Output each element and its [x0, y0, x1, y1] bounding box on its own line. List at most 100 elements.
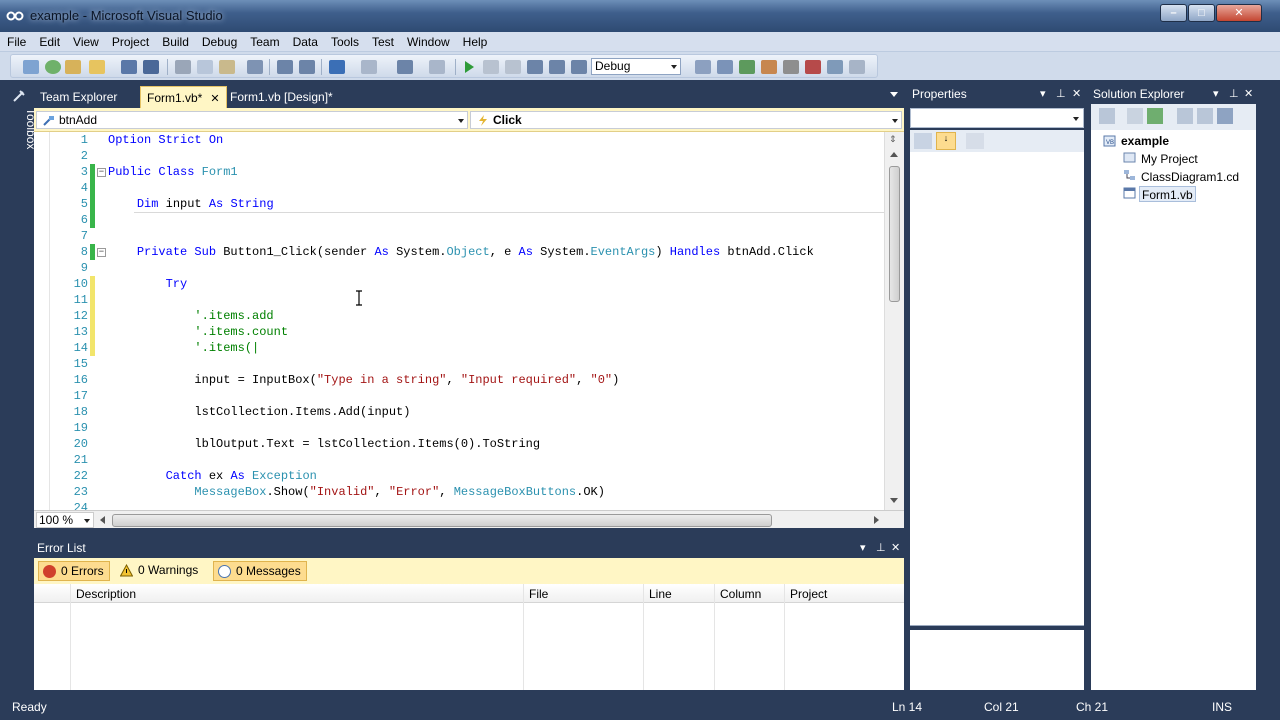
step-out-icon[interactable]: [571, 60, 587, 74]
show-all-files-icon[interactable]: [1127, 108, 1143, 124]
zoom-combo[interactable]: 100 %: [36, 512, 94, 528]
column-project[interactable]: Project: [790, 587, 827, 601]
code-line[interactable]: 23 MessageBox.Show("Invalid", "Error", M…: [34, 484, 884, 500]
code-line[interactable]: 10 Try: [34, 276, 884, 292]
code-line[interactable]: 5 Dim input As String: [34, 196, 884, 212]
toolbar-options-icon[interactable]: [849, 60, 865, 74]
code-line[interactable]: 7: [34, 228, 884, 244]
find-icon[interactable]: [247, 60, 263, 74]
menu-file[interactable]: File: [0, 32, 32, 52]
view-designer-icon[interactable]: [1197, 108, 1213, 124]
code-line[interactable]: 11: [34, 292, 884, 308]
code-area[interactable]: 1 Option Strict On 2 3− Public Class Form1 4 5…: [34, 132, 884, 510]
code-line[interactable]: 19: [34, 420, 884, 436]
cut-icon[interactable]: [175, 60, 191, 74]
warnings-filter-button[interactable]: 0 Warnings: [116, 561, 203, 581]
chevron-down-icon[interactable]: [890, 92, 898, 97]
code-line[interactable]: 6: [34, 212, 884, 228]
member-combo[interactable]: Click: [470, 111, 902, 129]
step-into-icon[interactable]: [527, 60, 543, 74]
tab-form1-design[interactable]: Form1.vb [Design]*: [224, 86, 339, 108]
properties-icon[interactable]: [1099, 108, 1115, 124]
view-code-icon[interactable]: [1177, 108, 1193, 124]
view-class-diagram-icon[interactable]: [1217, 108, 1233, 124]
solution-explorer-icon[interactable]: [717, 60, 733, 74]
maximize-button[interactable]: □: [1188, 4, 1215, 22]
menu-debug[interactable]: Debug: [195, 32, 243, 52]
solution-configuration-combo[interactable]: Debug: [591, 58, 681, 75]
pin-icon[interactable]: ⊥: [1229, 87, 1239, 100]
menu-project[interactable]: Project: [105, 32, 155, 52]
error-list-table[interactable]: Description File Line Column Project: [34, 584, 904, 690]
collapse-icon[interactable]: −: [97, 168, 106, 177]
code-line[interactable]: 17: [34, 388, 884, 404]
open-file-icon[interactable]: [65, 60, 81, 74]
pin-icon[interactable]: ⊥: [876, 541, 886, 554]
menu-team[interactable]: Team: [243, 32, 285, 52]
tab-form1-vb[interactable]: Form1.vb* ✕: [140, 86, 227, 108]
alphabetical-icon[interactable]: ↓: [936, 132, 956, 150]
scroll-down-icon[interactable]: [890, 498, 898, 503]
horizontal-scroll-thumb[interactable]: [112, 514, 772, 527]
code-line[interactable]: 12 '.items.add: [34, 308, 884, 324]
tree-item-form1[interactable]: Form1.vb: [1139, 186, 1196, 202]
code-line[interactable]: 9: [34, 260, 884, 276]
menu-build[interactable]: Build: [155, 32, 195, 52]
close-icon[interactable]: ✕: [891, 541, 900, 554]
code-line[interactable]: 14 '.items(|: [34, 340, 884, 356]
code-line[interactable]: 4: [34, 180, 884, 196]
tab-team-explorer[interactable]: Team Explorer: [34, 86, 123, 108]
uncomment-icon[interactable]: [299, 60, 315, 74]
properties-grid[interactable]: [910, 152, 1084, 626]
code-line[interactable]: 1 Option Strict On: [34, 132, 884, 148]
column-file[interactable]: File: [529, 587, 548, 601]
copy-icon[interactable]: [197, 60, 213, 74]
code-line[interactable]: 13 '.items.count: [34, 324, 884, 340]
code-line[interactable]: 15: [34, 356, 884, 372]
scroll-right-icon[interactable]: [874, 516, 879, 524]
start-page-icon[interactable]: [805, 60, 821, 74]
save-icon[interactable]: [121, 60, 137, 74]
tree-item-class-diagram[interactable]: ClassDiagram1.cd: [1141, 169, 1239, 185]
chevron-down-icon[interactable]: ▾: [1213, 87, 1219, 100]
toolbox-icon[interactable]: [783, 60, 799, 74]
menu-data[interactable]: Data: [286, 32, 324, 52]
menu-test[interactable]: Test: [365, 32, 400, 52]
code-line[interactable]: 20 lblOutput.Text = lstCollection.Items(…: [34, 436, 884, 452]
scroll-left-icon[interactable]: [100, 516, 105, 524]
find-in-files-icon[interactable]: [695, 60, 711, 74]
vertical-scroll-thumb[interactable]: [889, 166, 900, 302]
chevron-down-icon[interactable]: ▾: [1040, 87, 1046, 100]
column-description[interactable]: Description: [76, 587, 136, 601]
menu-edit[interactable]: Edit: [32, 32, 66, 52]
pin-icon[interactable]: ⊥: [1056, 87, 1066, 100]
menu-window[interactable]: Window: [400, 32, 456, 52]
redo-icon[interactable]: [361, 60, 377, 74]
menu-help[interactable]: Help: [456, 32, 494, 52]
save-all-icon[interactable]: [143, 60, 159, 74]
pause-icon[interactable]: [483, 60, 499, 74]
object-browser-icon[interactable]: [761, 60, 777, 74]
code-line[interactable]: 16 input = InputBox("Type in a string", …: [34, 372, 884, 388]
split-icon[interactable]: ⇕: [889, 134, 897, 145]
minimize-button[interactable]: –: [1160, 4, 1187, 22]
paste-icon[interactable]: [219, 60, 235, 74]
code-line[interactable]: 24: [34, 500, 884, 510]
object-combo[interactable]: btnAdd: [36, 111, 468, 129]
code-line[interactable]: 3− Public Class Form1: [34, 164, 884, 180]
close-icon[interactable]: ✕: [210, 92, 219, 105]
properties-object-combo[interactable]: [910, 108, 1084, 128]
open-folder-icon[interactable]: [89, 60, 105, 74]
stop-icon[interactable]: [505, 60, 521, 74]
code-line[interactable]: 8− Private Sub Button1_Click(sender As S…: [34, 244, 884, 260]
properties-window-icon[interactable]: [739, 60, 755, 74]
toolbox-strip[interactable]: Toolbox: [8, 84, 38, 690]
close-icon[interactable]: ✕: [1072, 87, 1081, 100]
undo-icon[interactable]: [329, 60, 345, 74]
menu-tools[interactable]: Tools: [324, 32, 365, 52]
vertical-scrollbar[interactable]: ⇕: [884, 132, 904, 510]
property-pages-icon[interactable]: [966, 133, 984, 149]
code-line[interactable]: 22 Catch ex As Exception: [34, 468, 884, 484]
navigate-backward-icon[interactable]: [397, 60, 413, 74]
navigate-forward-icon[interactable]: [429, 60, 445, 74]
